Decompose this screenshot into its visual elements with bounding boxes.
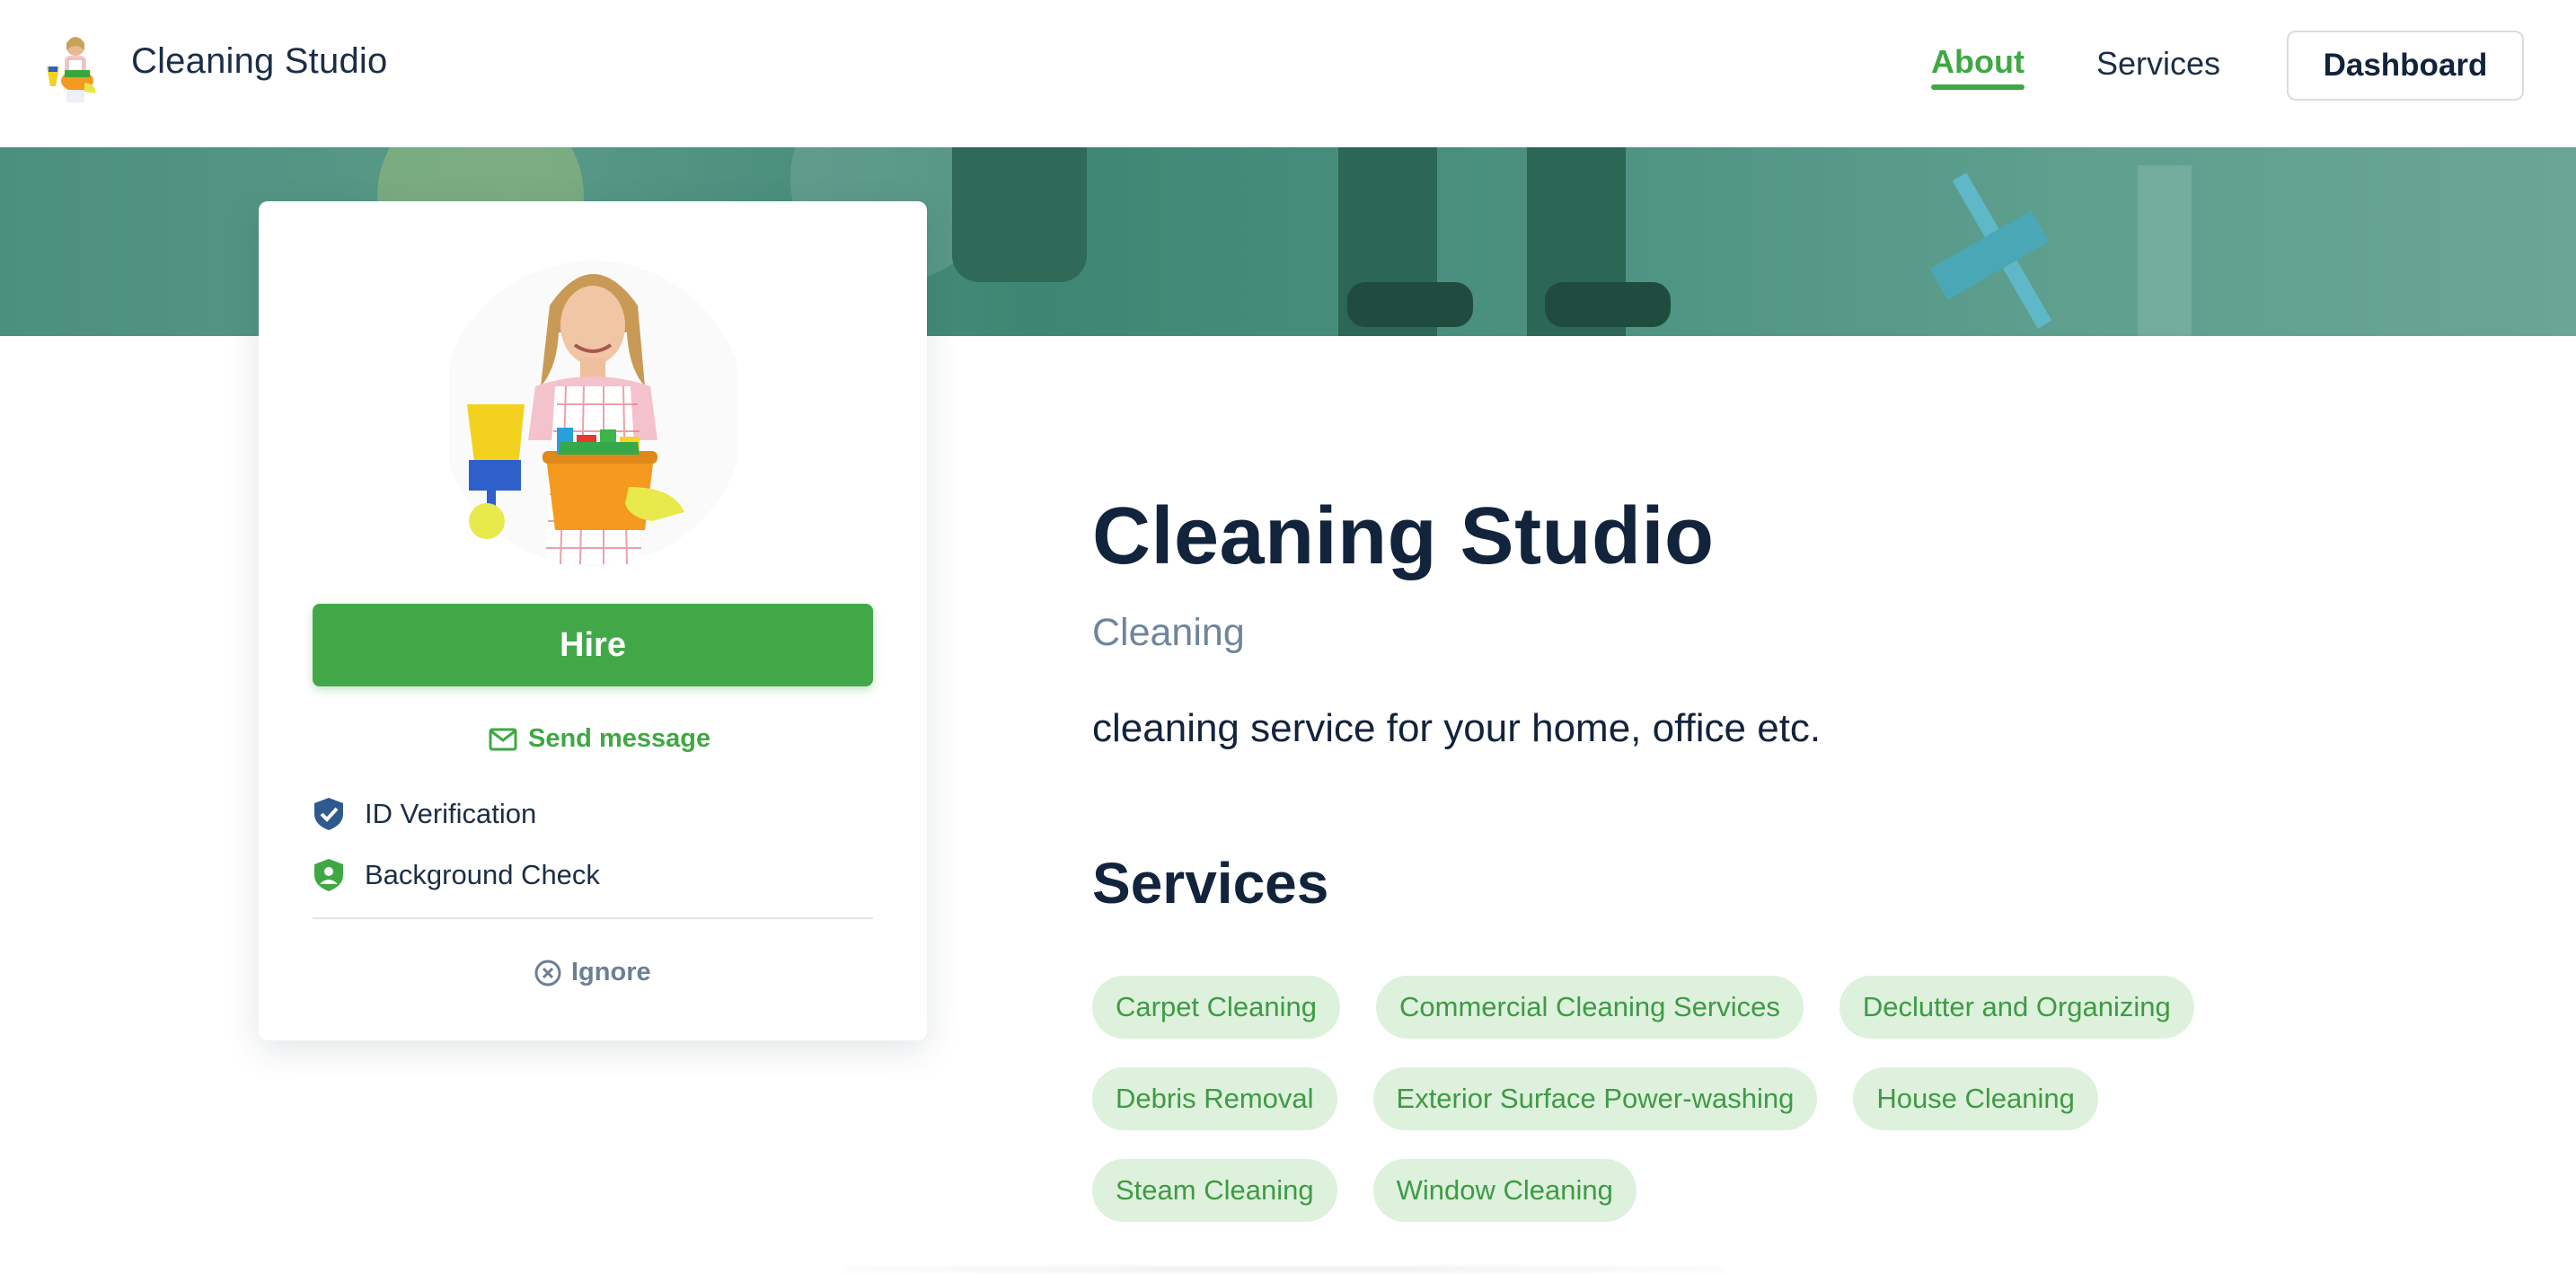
dashboard-button[interactable]: Dashboard — [2287, 31, 2524, 101]
active-nav-indicator — [1931, 84, 2025, 90]
service-tag[interactable]: Declutter and Organizing — [1839, 976, 2194, 1039]
service-tag[interactable]: Steam Cleaning — [1092, 1159, 1337, 1222]
tag-row: Steam Cleaning Window Cleaning — [1092, 1159, 2350, 1222]
tag-row: Carpet Cleaning Commercial Cleaning Serv… — [1092, 976, 2350, 1039]
bottom-shadow — [844, 1265, 1725, 1274]
mail-icon — [489, 728, 517, 750]
verification-label-background: Background Check — [365, 859, 600, 890]
send-message-label: Send message — [528, 724, 711, 753]
tag-row: Debris Removal Exterior Surface Power-wa… — [1092, 1067, 2350, 1130]
service-tag[interactable]: Debris Removal — [1092, 1067, 1337, 1130]
services-heading: Services — [1092, 851, 1329, 916]
verification-item-background: Background Check — [313, 857, 600, 893]
cleaning-lady-logo-icon[interactable] — [43, 31, 108, 104]
verification-item-id: ID Verification — [313, 796, 536, 832]
cleaning-lady-avatar — [449, 261, 737, 566]
profile-category: Cleaning — [1092, 611, 1245, 654]
profile-card: Hire Send message ID Verification Backgr… — [259, 201, 927, 1040]
brand-name[interactable]: Cleaning Studio — [131, 41, 387, 82]
services-tag-list: Carpet Cleaning Commercial Cleaning Serv… — [1092, 976, 2350, 1251]
profile-title: Cleaning Studio — [1092, 491, 1715, 581]
nav-about-link[interactable]: About — [1931, 43, 2025, 81]
service-tag[interactable]: Commercial Cleaning Services — [1376, 976, 1804, 1039]
top-navbar: Cleaning Studio About Services Dashboard — [0, 0, 2576, 147]
service-tag[interactable]: Window Cleaning — [1372, 1159, 1636, 1222]
service-tag[interactable]: House Cleaning — [1853, 1067, 2098, 1130]
shield-check-icon — [314, 798, 343, 830]
nav-services-link[interactable]: Services — [2096, 45, 2220, 83]
ignore-button[interactable]: Ignore — [534, 958, 651, 987]
profile-description: cleaning service for your home, office e… — [1092, 706, 1822, 750]
service-tag[interactable]: Carpet Cleaning — [1092, 976, 1341, 1039]
hire-button[interactable]: Hire — [313, 604, 873, 686]
service-tag[interactable]: Exterior Surface Power-washing — [1372, 1067, 1818, 1130]
close-circle-icon — [534, 960, 561, 986]
card-divider — [313, 917, 873, 919]
send-message-link[interactable]: Send message — [489, 724, 710, 754]
verification-label-id: ID Verification — [365, 798, 537, 829]
ignore-label: Ignore — [571, 958, 651, 986]
shield-user-icon — [314, 859, 343, 891]
